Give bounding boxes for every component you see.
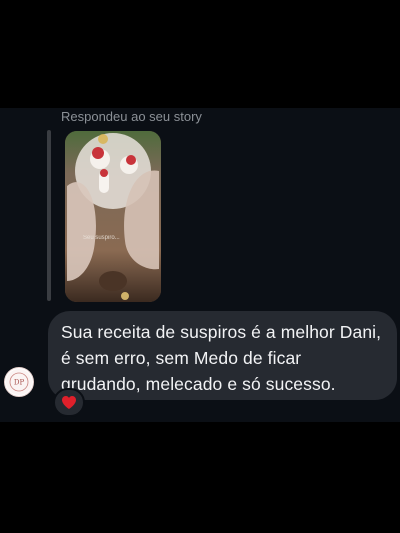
reply-indicator-bar <box>47 130 51 301</box>
svg-text:DP: DP <box>14 379 25 387</box>
story-caption: Seu suspiro... <box>83 235 120 241</box>
profile-logo-icon: DP <box>6 369 32 395</box>
story-image <box>65 131 161 302</box>
story-reply-label: Respondeu ao seu story <box>61 109 202 124</box>
message-line-2: é sem erro, sem Medo de ficar <box>61 348 302 368</box>
message-bubble[interactable]: Sua receita de suspiros é a melhor Dani,… <box>48 311 397 400</box>
message-line-3: grudando, melecado e só sucesso. <box>61 374 336 394</box>
message-line-1: Sua receita de suspiros é a melhor Dani, <box>61 322 382 342</box>
avatar[interactable]: DP <box>4 367 34 397</box>
heart-icon <box>62 396 76 409</box>
chat-panel: Respondeu ao seu story Seu suspiro... Su… <box>0 108 400 422</box>
reaction-badge[interactable] <box>53 388 85 417</box>
story-thumbnail[interactable]: Seu suspiro... <box>65 131 161 302</box>
